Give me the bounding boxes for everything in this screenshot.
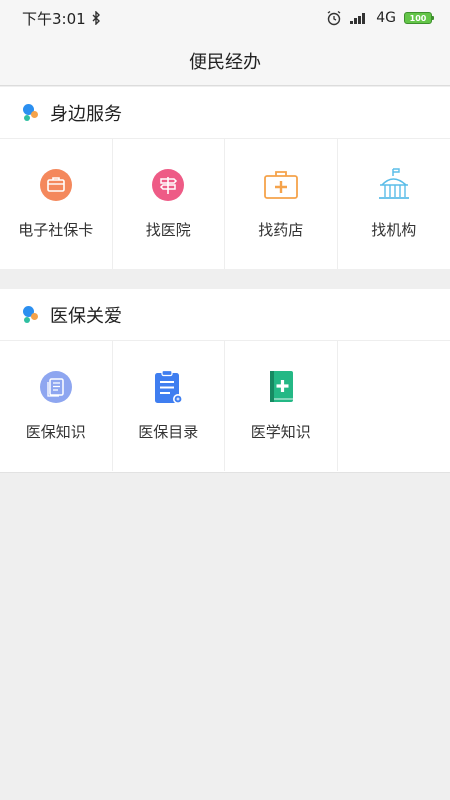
page-title: 便民经办 [189,51,261,73]
grid-item-find-institution[interactable]: 找机构 [338,139,450,269]
alarm-clock-icon [326,10,342,26]
grid-item-insurance-knowledge[interactable]: 医保知识 [0,341,113,471]
grid-item-label: 找医院 [145,221,191,239]
grid-item-find-pharmacy[interactable]: 找药店 [225,139,338,269]
institution-building-icon [374,165,414,205]
grid-item-social-security-card[interactable]: 电子社保卡 [0,139,113,269]
grid-item-label: 医学知识 [250,423,311,441]
service-grid: 电子社保卡 找医院 找药店 找机构 [0,139,450,269]
nav-bar: 便民经办 [0,36,450,86]
grid-item-label: 电子社保卡 [18,221,94,239]
grid-item-label: 找机构 [371,221,417,239]
hospital-signpost-icon [148,165,188,205]
section-dots-icon [22,305,40,325]
section-title: 医保关爱 [50,305,122,327]
care-grid: 医保知识 医保目录 医学知识 [0,341,450,471]
status-time: 下午3:01 [22,9,86,28]
medical-book-icon [261,367,301,407]
grid-item-find-hospital[interactable]: 找医院 [113,139,225,269]
insurance-knowledge-icon [36,367,76,407]
section-title: 身边服务 [50,103,122,125]
grid-item-medical-knowledge[interactable]: 医学知识 [225,341,338,471]
section-nearby-services: 身边服务 电子社保卡 找医院 找药店 找机构 [0,87,450,269]
grid-item-label: 医保目录 [138,423,199,441]
insurance-catalog-icon [148,367,188,407]
grid-item-empty [338,341,450,471]
status-bar: 下午3:01 4G 100 [0,0,450,36]
bluetooth-icon [92,11,101,25]
social-security-card-icon [36,165,76,205]
section-header: 身边服务 [0,87,450,139]
battery-level: 100 [409,13,427,23]
section-header: 医保关爱 [0,289,450,341]
grid-item-label: 医保知识 [25,423,86,441]
grid-item-insurance-catalog[interactable]: 医保目录 [113,341,225,471]
section-insurance-care: 医保关爱 医保知识 医保目录 医学知识 [0,289,450,473]
grid-item-label: 找药店 [258,221,304,239]
network-type: 4G [376,10,396,26]
section-dots-icon [22,103,40,123]
pharmacy-kit-icon [261,165,301,205]
signal-strength-icon [350,12,368,24]
battery-icon: 100 [404,12,434,24]
